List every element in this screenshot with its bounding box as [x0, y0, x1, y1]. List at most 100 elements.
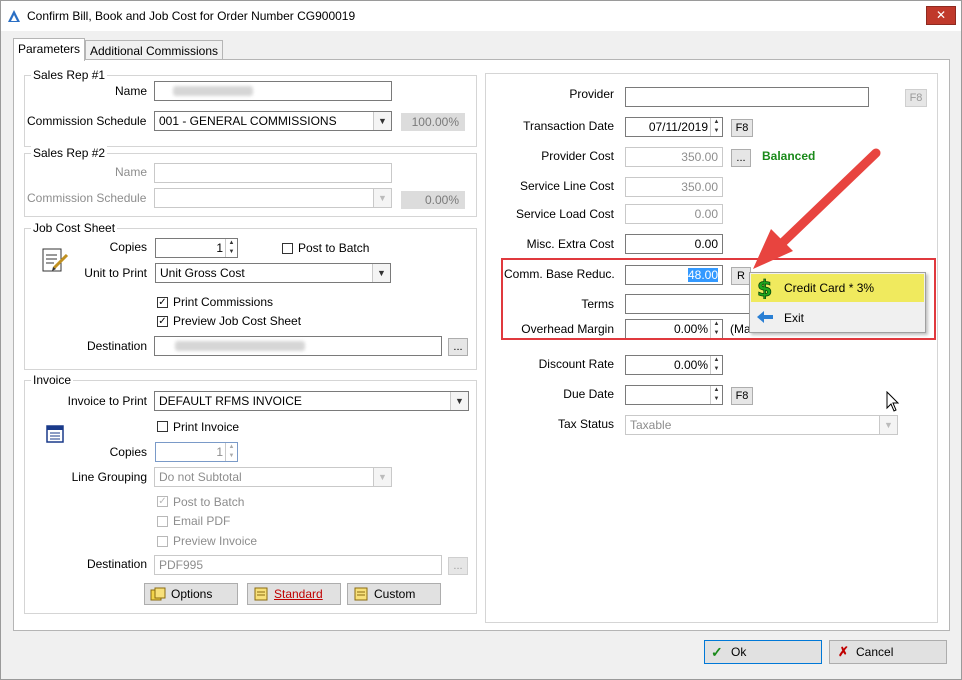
chevron-down-icon[interactable]: ▼ — [373, 468, 391, 486]
provider-cost-field[interactable]: 350.00 — [625, 147, 723, 167]
discount-rate-label: Discount Rate — [538, 357, 614, 371]
preview-job-cost-sheet-label: Preview Job Cost Sheet — [173, 314, 302, 328]
spin-buttons[interactable]: ▲ ▼ — [710, 356, 722, 374]
provider-field[interactable] — [625, 87, 869, 107]
transaction-date-label: Transaction Date — [523, 119, 614, 133]
post-to-batch-checkbox[interactable] — [282, 243, 293, 254]
annotation-arrow-icon — [753, 148, 881, 269]
commission-schedule-label: Commission Schedule — [27, 191, 147, 205]
tab-additional-commissions[interactable]: Additional Commissions — [85, 40, 223, 61]
x-icon: ✗ — [838, 644, 849, 659]
service-load-cost-field[interactable]: 0.00 — [625, 204, 723, 224]
due-date-label: Due Date — [563, 387, 614, 401]
print-commissions-checkbox[interactable]: ✓ — [157, 297, 168, 308]
select-value: DEFAULT RFMS INVOICE — [159, 394, 302, 408]
service-line-cost-value: 350.00 — [681, 180, 718, 194]
spin-buttons[interactable]: ▲ ▼ — [710, 386, 722, 404]
ok-label: Ok — [731, 645, 747, 659]
preview-job-cost-sheet-checkbox[interactable]: ✓ — [157, 316, 168, 327]
invoice-copies-stepper[interactable]: 1 ▲ ▼ — [155, 442, 238, 462]
chevron-down-icon[interactable]: ▼ — [373, 189, 391, 207]
provider-f8-button[interactable]: F8 — [905, 89, 927, 107]
provider-cost-label: Provider Cost — [541, 149, 614, 163]
invoice-calendar-icon — [46, 425, 64, 443]
name-label: Name — [114, 165, 147, 179]
service-line-cost-field[interactable]: 350.00 — [625, 177, 723, 197]
options-icon — [150, 587, 166, 601]
due-date-f8-button[interactable]: F8 — [731, 387, 753, 405]
copies-label: Copies — [109, 445, 147, 459]
commission-schedule-label: Commission Schedule — [27, 114, 147, 128]
spin-buttons[interactable]: ▲ ▼ — [225, 239, 237, 257]
browse-button[interactable]: ... — [448, 557, 468, 575]
chevron-down-icon[interactable]: ▼ — [372, 264, 390, 282]
line-grouping-label: Line Grouping — [71, 470, 147, 484]
misc-extra-cost-value: 0.00 — [694, 237, 718, 251]
group-title: Sales Rep #2 — [31, 146, 108, 160]
unit-to-print-label: Unit to Print — [84, 266, 147, 280]
service-line-cost-label: Service Line Cost — [519, 179, 614, 193]
cancel-button[interactable]: ✗ Cancel — [829, 640, 947, 664]
commission-schedule-select[interactable]: 001 - GENERAL COMMISSIONS ▼ — [154, 111, 392, 131]
browse-button[interactable]: ... — [448, 338, 468, 356]
transaction-date-value: 07/11/2019 — [648, 120, 708, 134]
copies-value: 1 — [216, 445, 223, 459]
chevron-down-icon[interactable]: ▼ — [450, 392, 468, 410]
sales-rep-2-name-field[interactable] — [154, 163, 392, 183]
transaction-date-field[interactable]: 07/11/2019 ▲ ▼ — [625, 117, 723, 137]
options-label: Options — [171, 587, 213, 601]
chevron-down-icon[interactable]: ▼ — [373, 112, 391, 130]
provider-cost-value: 350.00 — [681, 150, 718, 164]
group-title: Job Cost Sheet — [31, 221, 118, 235]
title-bar: Confirm Bill, Book and Job Cost for Orde… — [1, 1, 961, 31]
custom-button[interactable]: Custom — [347, 583, 441, 605]
dialog-window: Confirm Bill, Book and Job Cost for Orde… — [0, 0, 962, 680]
post-to-batch-label: Post to Batch — [298, 241, 370, 255]
select-value: Unit Gross Cost — [160, 266, 245, 280]
email-pdf-checkbox[interactable] — [157, 516, 168, 527]
copies-value: 1 — [216, 241, 223, 255]
invoice-group: Invoice — [24, 373, 477, 614]
post-to-batch-label: Post to Batch — [173, 495, 245, 509]
discount-rate-field[interactable]: 0.00% ▲ ▼ — [625, 355, 723, 375]
cancel-label: Cancel — [856, 645, 894, 659]
select-value: Taxable — [630, 418, 672, 432]
name-label: Name — [114, 84, 147, 98]
transaction-date-f8-button[interactable]: F8 — [731, 119, 753, 137]
group-title: Sales Rep #1 — [31, 68, 108, 82]
print-invoice-checkbox[interactable] — [157, 421, 168, 432]
tax-status-label: Tax Status — [557, 417, 614, 431]
standard-button[interactable]: Standard — [247, 583, 341, 605]
copies-stepper[interactable]: 1 ▲ ▼ — [155, 238, 238, 258]
window-title: Confirm Bill, Book and Job Cost for Orde… — [27, 9, 356, 23]
spin-buttons[interactable]: ▲ ▼ — [225, 443, 237, 461]
close-button[interactable]: ✕ — [926, 6, 956, 25]
commission-percent: 100.00% — [401, 113, 465, 131]
provider-label: Provider — [569, 87, 614, 101]
options-button[interactable]: Options — [144, 583, 238, 605]
service-load-cost-value: 0.00 — [694, 207, 718, 221]
tab-parameters[interactable]: Parameters — [13, 38, 85, 61]
destination-value: PDF995 — [159, 558, 204, 572]
job-cost-destination-field[interactable] — [154, 336, 442, 356]
invoice-to-print-select[interactable]: DEFAULT RFMS INVOICE ▼ — [154, 391, 469, 411]
destination-label: Destination — [86, 339, 147, 353]
due-date-field[interactable]: ▲ ▼ — [625, 385, 723, 405]
group-title: Invoice — [31, 373, 74, 387]
commission-schedule-select[interactable]: ▼ — [154, 188, 392, 208]
line-grouping-select[interactable]: Do not Subtotal ▼ — [154, 467, 392, 487]
preview-invoice-label: Preview Invoice — [173, 534, 258, 548]
ok-button[interactable]: ✓ Ok — [704, 640, 822, 664]
misc-extra-cost-field[interactable]: 0.00 — [625, 234, 723, 254]
post-to-batch-checkbox[interactable]: ✓ — [157, 496, 168, 507]
misc-extra-cost-label: Misc. Extra Cost — [526, 237, 614, 251]
preview-invoice-checkbox[interactable] — [157, 536, 168, 547]
email-pdf-label: Email PDF — [173, 514, 231, 528]
chevron-down-icon[interactable]: ▼ — [879, 416, 897, 434]
sales-rep-1-name-field[interactable] — [154, 81, 392, 101]
select-value: Do not Subtotal — [159, 470, 242, 484]
spin-buttons[interactable]: ▲ ▼ — [710, 118, 722, 136]
tax-status-select[interactable]: Taxable ▼ — [625, 415, 898, 435]
unit-to-print-select[interactable]: Unit Gross Cost ▼ — [155, 263, 391, 283]
invoice-destination-field[interactable]: PDF995 — [154, 555, 442, 575]
